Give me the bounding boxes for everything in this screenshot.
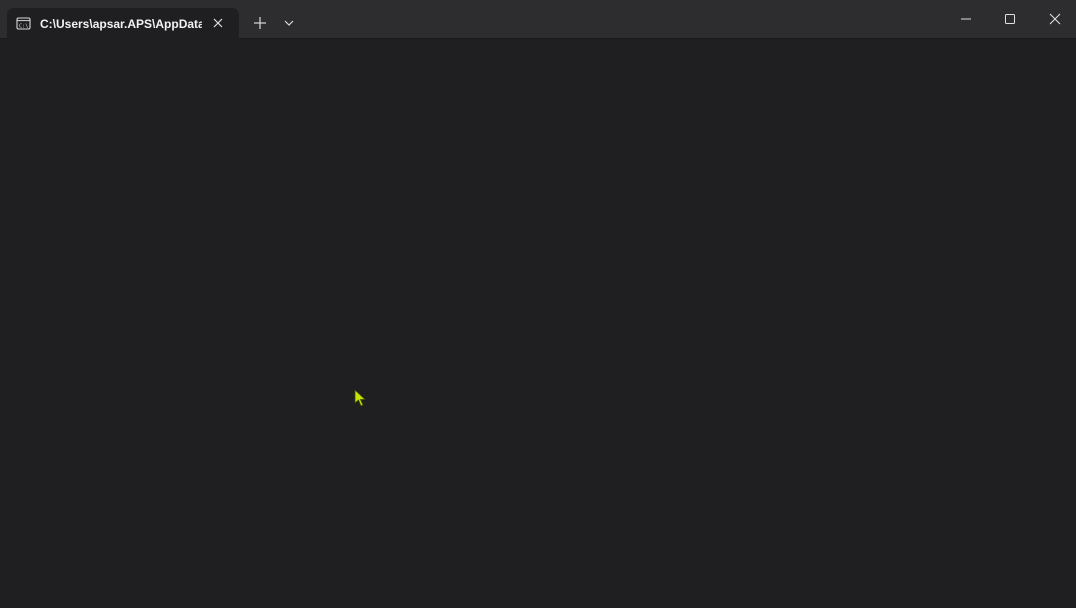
mouse-pointer-icon xyxy=(354,389,368,407)
terminal-icon: C:\ xyxy=(16,16,31,31)
terminal-content-area[interactable] xyxy=(0,39,1076,608)
svg-text:C:\: C:\ xyxy=(19,24,28,30)
minimize-button[interactable] xyxy=(944,0,988,39)
terminal-window: C:\ C:\Users\apsar.APS\AppData\ xyxy=(0,0,1076,608)
close-button[interactable] xyxy=(1033,0,1076,39)
plus-icon[interactable] xyxy=(250,13,270,33)
tab-close-icon[interactable] xyxy=(210,15,226,31)
maximize-button[interactable] xyxy=(988,0,1032,39)
tab-title: C:\Users\apsar.APS\AppData\ xyxy=(40,17,202,31)
tab-active[interactable]: C:\ C:\Users\apsar.APS\AppData\ xyxy=(7,8,239,39)
title-bar[interactable]: C:\ C:\Users\apsar.APS\AppData\ xyxy=(0,0,1076,39)
chevron-down-icon[interactable] xyxy=(281,15,297,31)
